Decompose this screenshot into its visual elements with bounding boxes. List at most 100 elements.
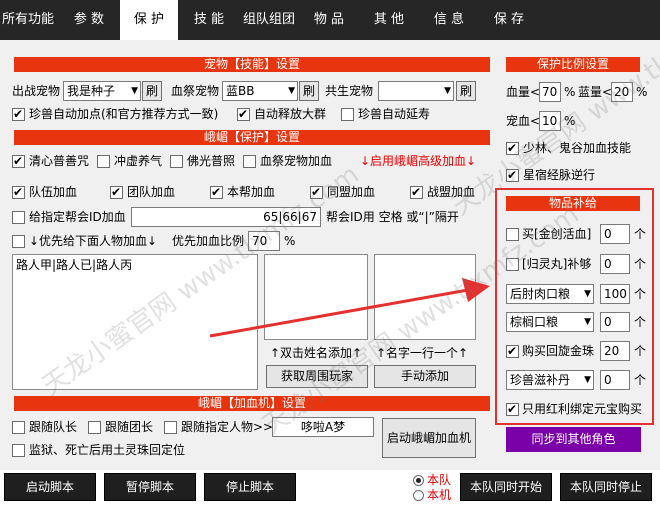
follow-leader-label: 跟随队长 [29,420,78,434]
heal-alliance-label: 同盟加血 [327,185,376,199]
get-nearby-players-button[interactable]: 获取周围玩家 [266,365,368,388]
heal-group-label: 团队加血 [127,185,176,199]
stop-script-button[interactable]: 停止脚本 [204,473,296,501]
protect-item-checkbox[interactable] [97,155,110,168]
pet-hp-threshold-input[interactable]: 10 [539,111,561,131]
prison-return-label: 监狱、死亡后用土灵珠回定位 [29,443,186,457]
follow-person-checkbox[interactable] [164,421,177,434]
bind-ingot-label: 只用红利绑定元宝购买 [522,402,643,416]
auto-extend-label: 珍兽自动延寿 [358,107,431,121]
auto-addpoint-checkbox[interactable] [12,106,25,122]
follow-person-label: 跟随指定人物>>> [181,420,284,434]
follow-group-leader-checkbox[interactable] [88,421,101,434]
food-select[interactable]: 后肘肉口粮 ▼ [506,284,594,304]
team-start-button[interactable]: 本队同时开始 [460,473,552,501]
heal-battle-alliance-checkbox[interactable] [410,184,423,200]
supply-unit: 个 [634,344,647,358]
auto-release-label: 自动释放大群 [254,107,327,121]
protect-item-checkbox[interactable] [12,153,25,169]
refill-item-checkbox[interactable] [506,258,519,271]
supply-unit: 个 [634,373,647,387]
star-meridian-checkbox[interactable] [506,167,519,183]
buy-golden-orb-checkbox[interactable] [506,343,519,359]
blood-pet-select[interactable]: 蓝BB ▼ [222,81,298,101]
protect-item-label: 清心普善咒 [29,154,90,168]
supply-item-label: 买[金创活血] [522,227,592,241]
mp-percent: % [636,85,648,99]
tab-other[interactable]: 其 他 [362,0,416,40]
chevron-down-icon: ▼ [444,86,451,96]
cobirth-pet-refresh-button[interactable]: 刷 [456,81,476,101]
supply-item-label: [归灵丸]补够 [522,257,592,271]
team-stop-button[interactable]: 本队同时停止 [560,473,652,501]
pet-food-select[interactable]: 棕榈口粮 ▼ [506,312,594,332]
guild-id-hint: 帮会ID用 空格 或“|”隔开 [326,210,459,224]
hp-label: 血量< [506,85,541,99]
protect-item-checkbox[interactable] [243,155,256,168]
tab-save[interactable]: 保 存 [482,0,536,40]
tab-params[interactable]: 参 数 [62,0,116,40]
priority-label: ↓优先给下面人物加血↓ [29,234,158,248]
battle-pet-select[interactable]: 我是种子 ▼ [63,81,141,101]
buy-item-checkbox[interactable] [506,228,519,241]
supply-header: 物品补给 [506,196,640,211]
manual-add-button[interactable]: 手动添加 [374,365,476,388]
supply-qty-input[interactable]: 100 [600,284,630,304]
emei-protect-header: 峨嵋【保护】设置 [14,130,490,145]
chevron-down-icon: ▼ [584,289,591,299]
priority-ratio-input[interactable]: 70 [248,231,280,251]
follow-person-input[interactable]: 哆啦A梦 [272,417,374,437]
shaolin-heal-checkbox[interactable] [506,140,519,156]
battle-pet-value: 我是种子 [67,84,116,98]
supply-qty-input[interactable]: 0 [600,224,630,244]
radio-machine[interactable] [413,490,424,501]
mp-threshold-input[interactable]: 20 [611,82,633,102]
blood-pet-refresh-button[interactable]: 刷 [299,81,319,101]
guild-id-input[interactable]: 65|66|67 [131,207,321,227]
supply-unit: 个 [634,315,647,329]
pet-hp-label: 宠血< [506,114,541,128]
heal-team-label: 队伍加血 [29,185,78,199]
pause-script-button[interactable]: 暂停脚本 [104,473,196,501]
guild-id-checkbox[interactable] [12,211,25,224]
tab-info[interactable]: 信 息 [422,0,476,40]
supply-qty-input[interactable]: 20 [600,341,630,361]
battle-pet-label: 出战宠物 [12,84,61,98]
protect-item-label: 血祭宠物加血 [260,154,333,168]
auto-release-checkbox[interactable] [237,106,250,122]
supply-qty-input[interactable]: 0 [600,370,630,390]
tab-bar: 所有功能 参 数 保 护 技 能 组队组团 物 品 其 他 信 息 保 存 [0,0,660,40]
add-machine-header: 峨嵋【加血机】设置 [14,396,490,411]
tab-team[interactable]: 组队组团 [240,0,298,40]
supply-qty-input[interactable]: 0 [600,312,630,332]
start-emei-machine-button[interactable]: 启动峨嵋加血机 [382,418,476,458]
priority-ratio-percent: % [284,234,296,248]
auto-extend-checkbox[interactable] [341,108,354,121]
bind-ingot-checkbox[interactable] [506,401,519,417]
tab-skills[interactable]: 技 能 [182,0,236,40]
heal-group-checkbox[interactable] [110,184,123,200]
protect-ratio-header: 保护比例设置 [506,57,640,72]
chevron-down-icon: ▼ [584,317,591,327]
hp-percent: % [564,85,576,99]
pet-tonic-select[interactable]: 珍兽滋补丹 ▼ [506,370,594,390]
heal-team-checkbox[interactable] [12,184,25,200]
start-script-button[interactable]: 启动脚本 [4,473,96,501]
tab-protect[interactable]: 保 护 [120,0,178,40]
tab-items[interactable]: 物 品 [302,0,356,40]
tab-all-functions[interactable]: 所有功能 [0,0,56,40]
pet-tonic-select-value: 珍兽滋补丹 [510,373,571,387]
pet-food-select-value: 棕榈口粮 [510,315,559,329]
priority-checkbox[interactable] [12,235,25,248]
prison-return-checkbox[interactable] [12,444,25,457]
heal-guild-checkbox[interactable] [210,184,223,200]
supply-qty-input[interactable]: 0 [600,254,630,274]
battle-pet-refresh-button[interactable]: 刷 [142,81,162,101]
hp-threshold-input[interactable]: 70 [539,82,561,102]
protect-item-checkbox[interactable] [170,155,183,168]
sync-to-other-roles-button[interactable]: 同步到其他角色 [506,427,641,452]
cobirth-pet-select[interactable]: ▼ [378,81,454,101]
heal-alliance-checkbox[interactable] [310,184,323,200]
radio-team[interactable] [413,475,424,486]
follow-leader-checkbox[interactable] [12,421,25,434]
